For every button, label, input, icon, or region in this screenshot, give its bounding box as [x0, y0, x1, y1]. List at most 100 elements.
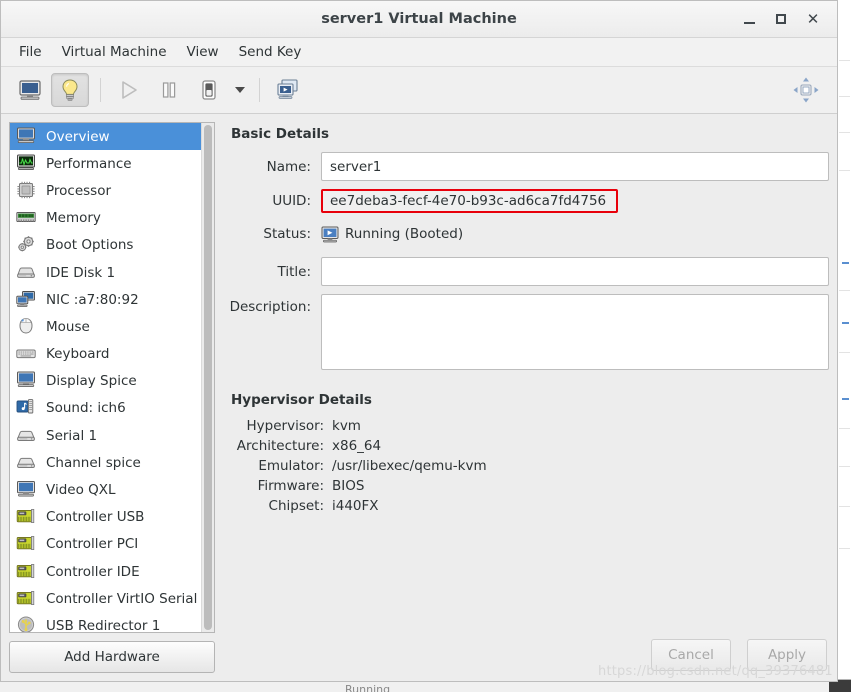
menu-file[interactable]: File — [9, 40, 52, 64]
toolbar-separator-2 — [259, 78, 260, 102]
minimize-button[interactable] — [733, 4, 765, 34]
maximize-icon — [776, 14, 786, 24]
menu-view[interactable]: View — [177, 40, 229, 64]
cpu-chip-icon — [16, 181, 38, 201]
menu-virtual-machine[interactable]: Virtual Machine — [52, 40, 177, 64]
sidebar-item-mouse[interactable]: Mouse — [10, 313, 201, 340]
sidebar-item-label: USB Redirector 1 — [46, 617, 161, 632]
sidebar-item-processor[interactable]: Processor — [10, 177, 201, 204]
menu-bar: File Virtual Machine View Send Key — [1, 38, 837, 67]
sidebar-item-label: Sound: ich6 — [46, 400, 126, 417]
sidebar-item-performance[interactable]: Performance — [10, 150, 201, 177]
usb-icon — [17, 616, 35, 632]
memory-ram-icon — [16, 212, 36, 223]
pause-button[interactable] — [150, 73, 188, 107]
hypervisor-row-value: x86_64 — [332, 438, 382, 454]
hardware-list-frame: Overview Performance Processor Memory Boot O… — [9, 122, 215, 633]
sidebar-item-overview[interactable]: Overview — [10, 123, 201, 151]
show-console-button[interactable] — [11, 73, 49, 107]
sidebar-item-controller-usb[interactable]: Controller USB — [10, 504, 201, 531]
shutdown-button[interactable] — [190, 73, 228, 107]
gears-icon — [18, 236, 34, 252]
sidebar-scrollbar[interactable] — [201, 123, 214, 632]
sidebar-item-sound-ich6[interactable]: Sound: ich6 — [10, 395, 201, 422]
shutdown-options-dropdown[interactable] — [230, 73, 250, 107]
sidebar-scrollbar-thumb[interactable] — [204, 125, 212, 630]
hypervisor-row-value: i440FX — [332, 498, 379, 514]
hypervisor-row: Chipset: i440FX — [229, 498, 829, 514]
cancel-button[interactable]: Cancel — [651, 639, 731, 671]
window-controls: ✕ — [733, 1, 829, 37]
toolbar — [1, 67, 837, 114]
hardware-list[interactable]: Overview Performance Processor Memory Boot O… — [10, 123, 201, 632]
sidebar-item-ide-disk-1[interactable]: IDE Disk 1 — [10, 259, 201, 286]
monitor-icon — [17, 127, 35, 143]
sidebar-item-memory[interactable]: Memory — [10, 205, 201, 232]
sidebar-item-video-qxl[interactable]: Video QXL — [10, 476, 201, 503]
close-icon: ✕ — [806, 9, 820, 28]
add-hardware-button[interactable]: Add Hardware — [9, 641, 215, 673]
mouse-icon — [19, 318, 33, 334]
apply-button[interactable]: Apply — [747, 639, 827, 671]
serial-icon — [16, 453, 38, 473]
title-input[interactable] — [321, 257, 829, 286]
fullscreen-button[interactable] — [787, 73, 825, 107]
toolbar-separator-1 — [100, 78, 101, 102]
serial-icon — [16, 426, 38, 446]
window-title: server1 Virtual Machine — [321, 11, 517, 27]
hypervisor-row-value: BIOS — [332, 478, 365, 494]
status-text: Running (Booted) — [345, 226, 464, 242]
gears-icon — [16, 235, 38, 255]
usb-icon — [16, 616, 38, 632]
serial-icon — [17, 457, 35, 468]
description-row: Description: — [229, 294, 829, 370]
description-textarea[interactable] — [321, 294, 829, 370]
menu-send-key[interactable]: Send Key — [229, 40, 312, 64]
hypervisor-row: Hypervisor: kvm — [229, 418, 829, 434]
sidebar-item-serial-1[interactable]: Serial 1 — [10, 422, 201, 449]
details-content: Basic Details Name: UUID: ee7deba3-fecf-… — [229, 122, 829, 629]
hypervisor-row-label: Architecture: — [236, 438, 324, 454]
sidebar-item-usb-redirector-1[interactable]: USB Redirector 1 — [10, 612, 201, 632]
mouse-icon — [16, 317, 38, 337]
sidebar-item-nic-a7-80-92[interactable]: NIC :a7:80:92 — [10, 286, 201, 313]
maximize-button[interactable] — [765, 4, 797, 34]
status-value: Running (Booted) — [321, 226, 463, 243]
window-body: Overview Performance Processor Memory Boot O… — [1, 114, 837, 681]
show-details-button[interactable] — [51, 73, 89, 107]
sound-icon — [16, 398, 38, 418]
sidebar-item-label: IDE Disk 1 — [46, 264, 116, 281]
sidebar-item-channel-spice[interactable]: Channel spice — [10, 449, 201, 476]
sidebar: Overview Performance Processor Memory Boot O… — [9, 122, 215, 681]
sidebar-item-controller-virtio-serial[interactable]: Controller VirtIO Serial — [10, 585, 201, 612]
sidebar-item-label: Performance — [46, 155, 132, 172]
manage-snapshots-button[interactable] — [269, 73, 307, 107]
details-panel: Basic Details Name: UUID: ee7deba3-fecf-… — [215, 122, 829, 681]
harddisk-icon — [17, 267, 35, 278]
add-hardware-area: Add Hardware — [9, 633, 215, 681]
sidebar-item-controller-ide[interactable]: Controller IDE — [10, 558, 201, 585]
close-button[interactable]: ✕ — [797, 4, 829, 34]
title-bar: server1 Virtual Machine ✕ — [1, 1, 837, 38]
hypervisor-row: Architecture: x86_64 — [229, 438, 829, 454]
controller-card-icon — [16, 507, 38, 527]
uuid-label: UUID: — [272, 193, 311, 209]
status-label: Status: — [263, 226, 311, 242]
sidebar-item-label: Boot Options — [46, 237, 134, 254]
sidebar-item-controller-pci[interactable]: Controller PCI — [10, 531, 201, 558]
snapshots-icon — [277, 79, 298, 99]
run-button[interactable] — [110, 73, 148, 107]
name-input[interactable] — [321, 152, 829, 181]
shutdown-icon — [202, 80, 216, 100]
hypervisor-details-heading: Hypervisor Details — [231, 392, 372, 408]
sidebar-item-keyboard[interactable]: Keyboard — [10, 341, 201, 368]
memory-ram-icon — [16, 208, 38, 228]
uuid-row: UUID: ee7deba3-fecf-4e70-b93c-ad6ca7fd47… — [229, 189, 829, 213]
sidebar-item-boot-options[interactable]: Boot Options — [10, 232, 201, 259]
pause-icon — [162, 82, 176, 98]
sidebar-item-display-spice[interactable]: Display Spice — [10, 368, 201, 395]
description-label: Description: — [229, 299, 311, 315]
hypervisor-row: Firmware: BIOS — [229, 478, 829, 494]
sidebar-item-label: Overview — [46, 128, 110, 145]
fullscreen-icon — [793, 77, 819, 103]
